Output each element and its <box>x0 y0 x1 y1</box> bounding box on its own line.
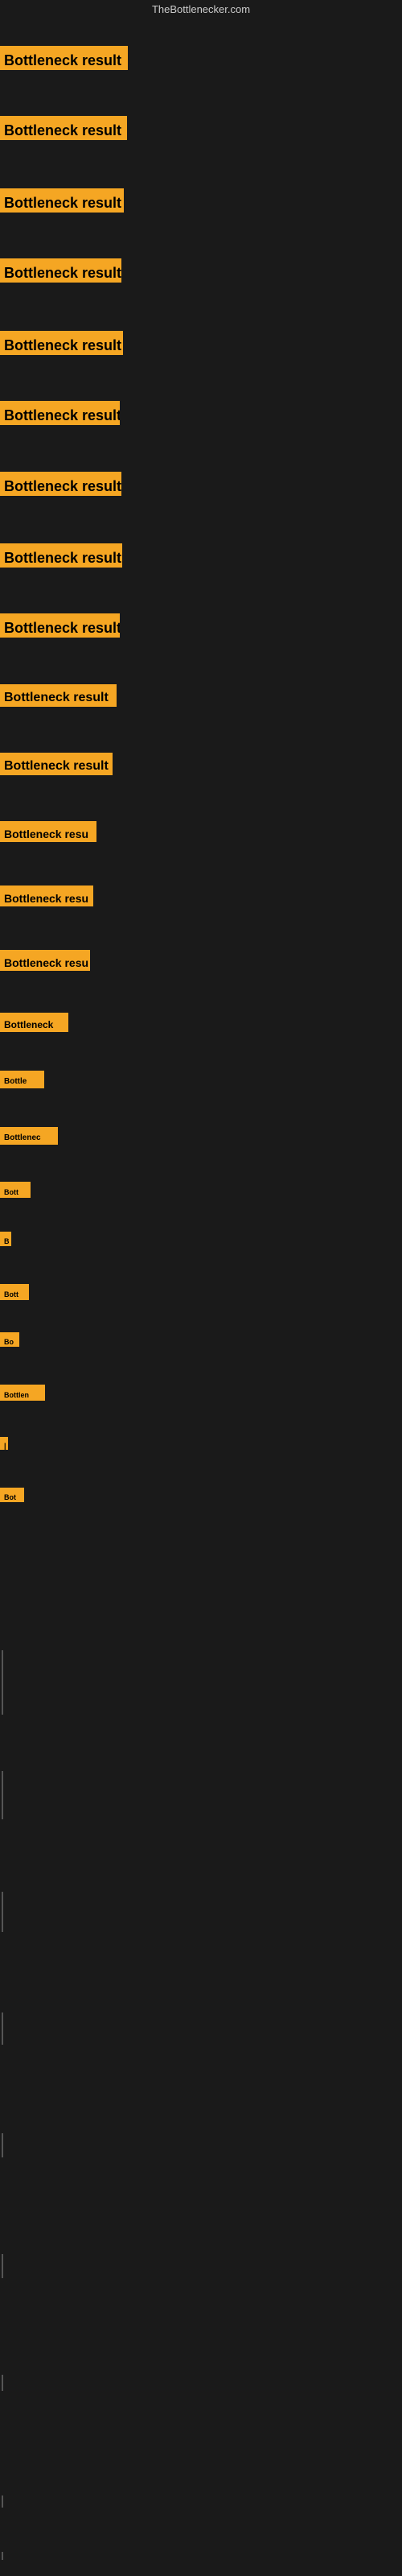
bottleneck-label-23: | <box>0 1437 8 1450</box>
bottleneck-label-16: Bottle <box>0 1071 44 1088</box>
tick-line-3 <box>2 2013 3 2045</box>
tick-line-1 <box>2 1771 3 1819</box>
bar-row-6: Bottleneck result <box>0 401 120 425</box>
bottleneck-label-18: Bott <box>0 1182 31 1198</box>
bottleneck-label-11: Bottleneck result <box>0 753 113 775</box>
site-title: TheBottlenecker.com <box>0 0 402 20</box>
bar-row-2: Bottleneck result <box>0 116 127 140</box>
bar-row-16: Bottle <box>0 1071 44 1088</box>
bottleneck-label-1: Bottleneck result <box>0 46 128 70</box>
bottleneck-label-22: Bottlen <box>0 1385 45 1401</box>
tick-line-5 <box>2 2254 3 2278</box>
bottleneck-label-21: Bo <box>0 1332 19 1347</box>
bar-row-7: Bottleneck result <box>0 472 121 496</box>
bar-row-22: Bottlen <box>0 1385 45 1401</box>
bar-row-19: B <box>0 1232 11 1246</box>
bottleneck-label-10: Bottleneck result <box>0 684 117 707</box>
bottleneck-label-12: Bottleneck resu <box>0 821 96 842</box>
bottleneck-label-20: Bott <box>0 1284 29 1300</box>
bottleneck-label-13: Bottleneck resu <box>0 886 93 906</box>
bar-row-15: Bottleneck <box>0 1013 68 1032</box>
bar-row-5: Bottleneck result <box>0 331 123 355</box>
bottleneck-label-5: Bottleneck result <box>0 331 123 355</box>
bottleneck-label-14: Bottleneck resu <box>0 950 90 971</box>
bar-row-14: Bottleneck resu <box>0 950 90 971</box>
bar-row-12: Bottleneck resu <box>0 821 96 842</box>
bar-row-11: Bottleneck result <box>0 753 113 775</box>
bar-row-4: Bottleneck result <box>0 258 121 283</box>
bottleneck-label-19: B <box>0 1232 11 1246</box>
bottleneck-label-2: Bottleneck result <box>0 116 127 140</box>
tick-line-4 <box>2 2133 3 2157</box>
bar-row-23: | <box>0 1437 8 1450</box>
bottleneck-label-24: Bot <box>0 1488 24 1502</box>
bottleneck-label-9: Bottleneck result <box>0 613 120 638</box>
tick-line-2 <box>2 1892 3 1932</box>
bar-row-3: Bottleneck result <box>0 188 124 213</box>
bottleneck-label-3: Bottleneck result <box>0 188 124 213</box>
bar-row-18: Bott <box>0 1182 31 1198</box>
bar-row-10: Bottleneck result <box>0 684 117 707</box>
bar-row-17: Bottlenec <box>0 1127 58 1145</box>
bar-row-24: Bot <box>0 1488 24 1502</box>
bottleneck-label-4: Bottleneck result <box>0 258 121 283</box>
bottleneck-label-6: Bottleneck result <box>0 401 120 425</box>
bar-row-20: Bott <box>0 1284 29 1300</box>
tick-line-8 <box>2 2552 3 2560</box>
bottleneck-label-8: Bottleneck result <box>0 543 122 568</box>
tick-line-7 <box>2 2496 3 2508</box>
bar-row-21: Bo <box>0 1332 19 1347</box>
bar-row-9: Bottleneck result <box>0 613 120 638</box>
tick-line-6 <box>2 2375 3 2391</box>
bottleneck-label-17: Bottlenec <box>0 1127 58 1145</box>
bottleneck-label-7: Bottleneck result <box>0 472 121 496</box>
bar-row-8: Bottleneck result <box>0 543 122 568</box>
bar-row-13: Bottleneck resu <box>0 886 93 906</box>
bar-row-1: Bottleneck result <box>0 46 128 70</box>
bottleneck-label-15: Bottleneck <box>0 1013 68 1032</box>
tick-line-0 <box>2 1650 3 1715</box>
